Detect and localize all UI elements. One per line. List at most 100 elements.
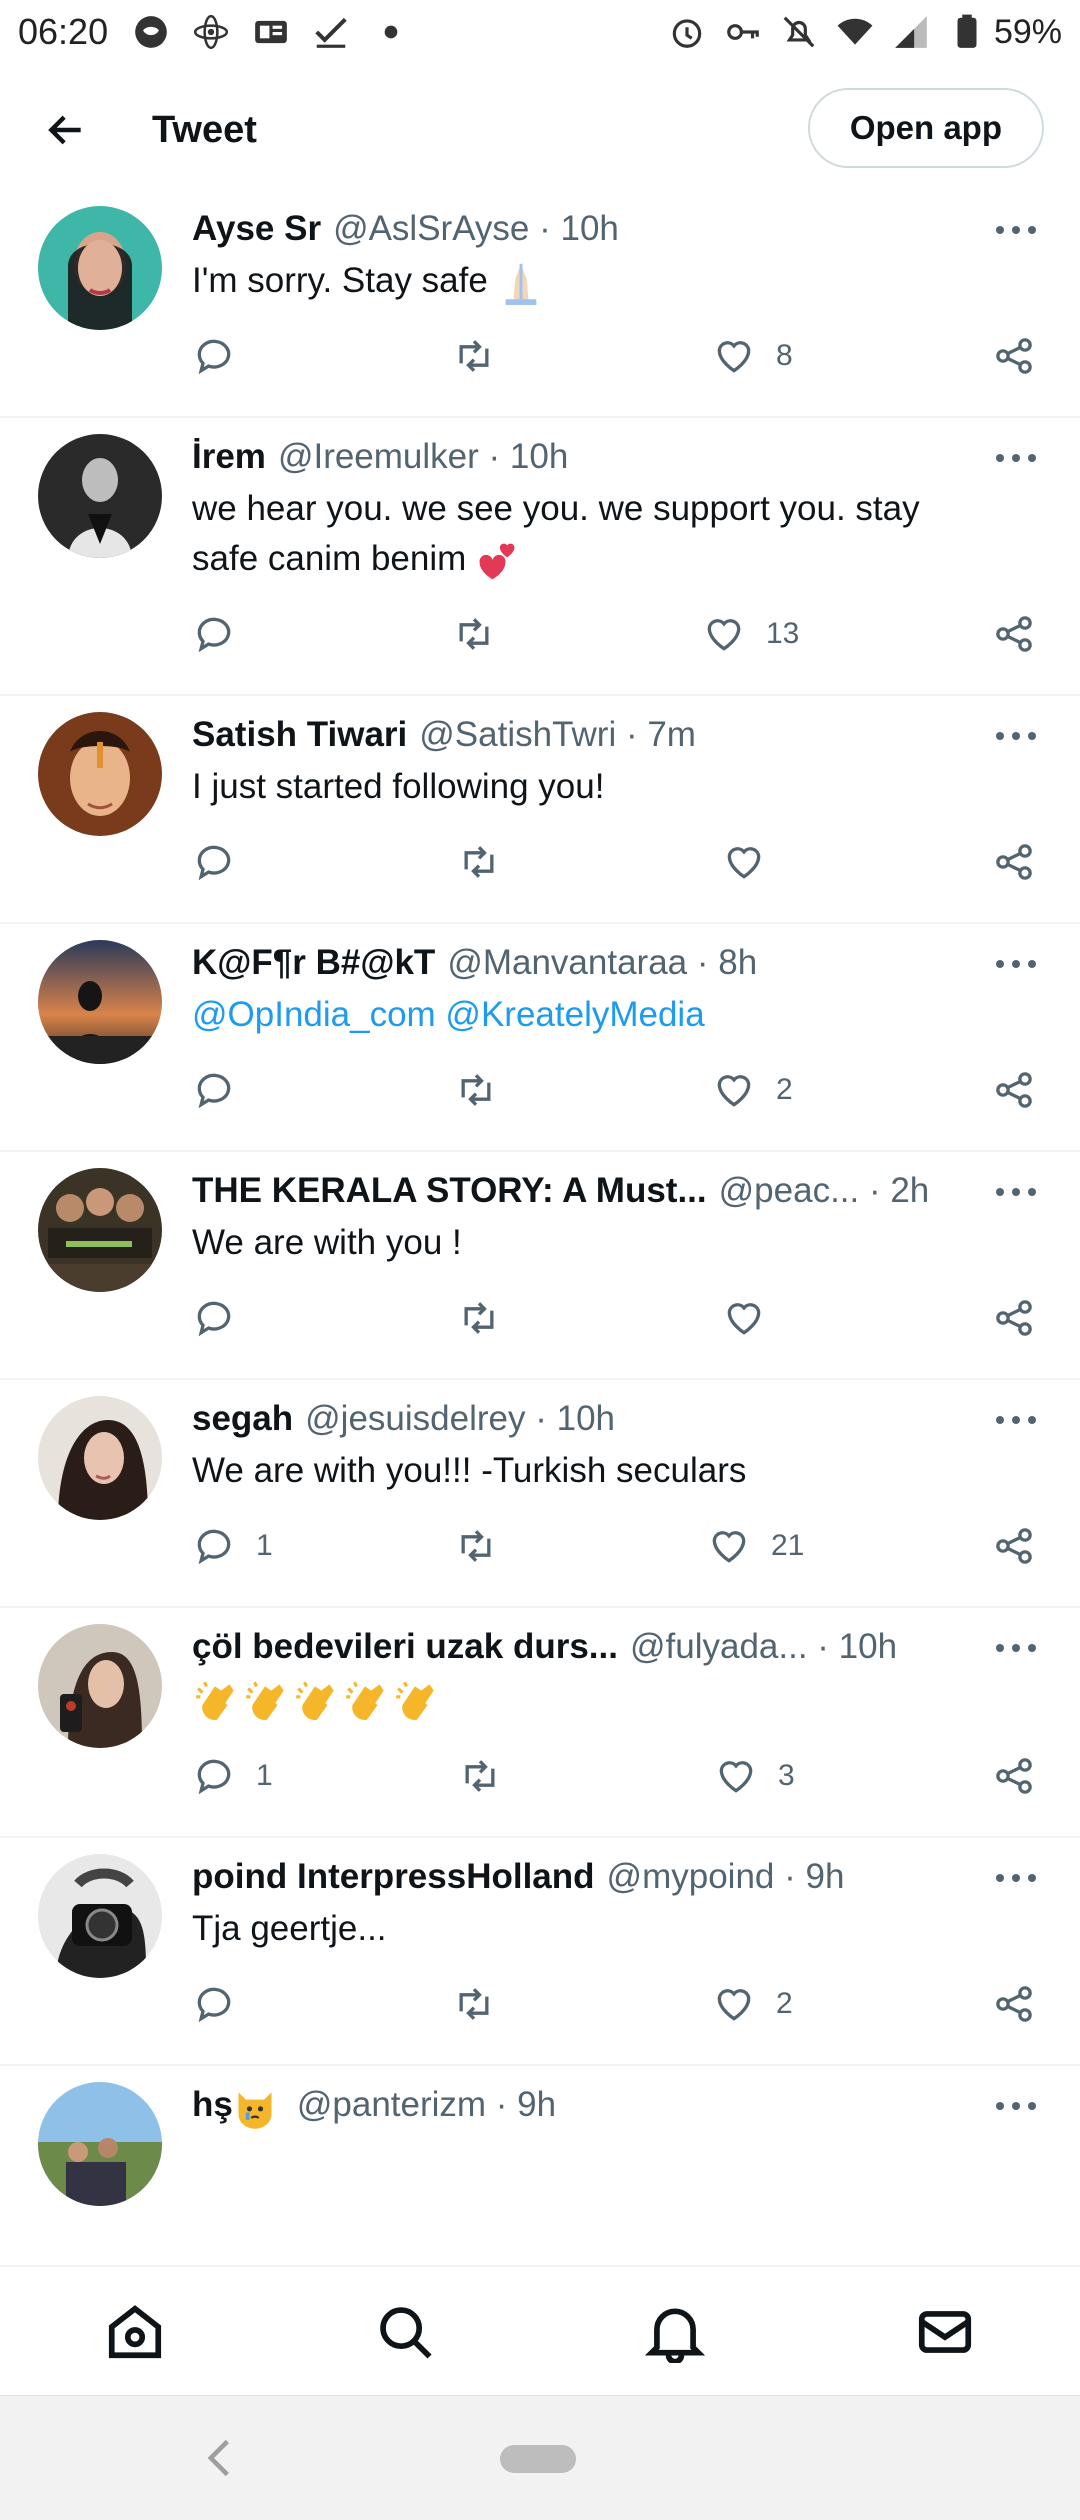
reply-icon [197,339,231,375]
more-options-icon[interactable] [992,1182,1040,1202]
retweet-button[interactable] [454,1524,498,1568]
reply-button[interactable] [192,1068,256,1112]
tweet[interactable]: Satish Tiwari @SatishTwri · 7m I just sta… [0,696,1080,924]
reply-count: 1 [256,1758,273,1792]
more-options-icon[interactable] [992,1410,1040,1430]
more-options-icon[interactable] [992,1868,1040,1888]
retweet-button[interactable] [452,334,496,378]
reply-button[interactable]: 1 [192,1754,273,1798]
retweet-button[interactable] [452,612,496,656]
system-home-pill[interactable] [500,2445,576,2473]
avatar[interactable] [38,1624,162,1748]
tweet[interactable]: poind InterpressHolland @mypoind · 9h Tja… [0,1838,1080,2066]
reply-count: 1 [256,1529,273,1562]
like-button[interactable]: 21 [707,1524,804,1568]
share-button[interactable] [992,334,1036,378]
author-name[interactable]: Ayse Sr [192,202,321,256]
retweet-icon [461,1074,491,1106]
like-button[interactable] [722,1296,786,1340]
retweet-button[interactable] [458,1754,502,1798]
tweet[interactable]: segah @jesuisdelrey · 10h We are with you… [0,1380,1080,1608]
more-options-icon[interactable] [992,954,1040,974]
tweet-text: we hear you. we see you. we support you.… [192,484,1044,584]
tweet[interactable]: İrem @Ireemulker · 10h we hear you. we se… [0,418,1080,696]
share-button[interactable] [992,1296,1036,1340]
reply-button[interactable] [192,1982,256,2026]
avatar[interactable] [38,1853,162,1978]
author-name[interactable]: İrem [192,430,266,484]
tweet-mentions-link[interactable]: @OpIndia_com @KreatelyMedia [192,990,1044,1040]
author-name[interactable]: Satish Tiwari [192,708,407,762]
author-handle: @fulyada... · 10h [629,1627,898,1666]
reply-icon [197,845,231,881]
author-name[interactable]: poind InterpressHolland [192,1850,595,1904]
share-icon [996,616,1032,652]
like-icon [719,1760,753,1793]
share-button[interactable] [992,1524,1036,1568]
avatar[interactable] [38,206,162,330]
notifications-icon[interactable] [644,2301,706,2363]
like-icon [712,1531,746,1563]
retweet-button[interactable] [454,1068,498,1112]
reply-button[interactable]: 1 [192,1524,273,1568]
more-options-icon[interactable] [992,726,1040,746]
retweet-button[interactable] [452,1982,496,2026]
crying-cat-emoji [238,2091,272,2129]
like-button[interactable]: 3 [714,1754,795,1798]
more-options-icon[interactable] [992,448,1040,468]
avatar[interactable] [38,940,162,1064]
author-name[interactable]: hş [192,2078,277,2132]
tweet[interactable]: Ayse Sr @AslSrAyse · 10h I'm sorry. Stay … [0,190,1080,418]
avatar[interactable] [38,712,162,836]
author-name[interactable]: THE KERALA STORY: A Must... [192,1164,707,1218]
share-button[interactable] [992,1982,1036,2026]
system-back-icon[interactable] [200,2436,240,2480]
tweet-text: We are with you ! [192,1223,462,1262]
avatar[interactable] [38,1168,162,1292]
like-button[interactable] [722,840,786,884]
author-handle: @Ireemulker · 10h [277,437,569,476]
share-button[interactable] [992,612,1036,656]
tweet[interactable]: THE KERALA STORY: A Must... @peac... · 2h… [0,1152,1080,1380]
open-app-button[interactable]: Open app [807,88,1044,168]
reply-button[interactable] [192,334,256,378]
author-name[interactable]: çöl bedevileri uzak durs... [192,1620,618,1674]
tweet[interactable]: K@F¶r B#@kT @Manvantaraa · 8h @OpIndia_co… [0,924,1080,1152]
reply-button[interactable] [192,612,256,656]
replies-feed: Ayse Sr @AslSrAyse · 10h I'm sorry. Stay … [0,190,1080,2265]
author-handle: @Manvantaraa · 8h [447,943,758,982]
more-options-icon[interactable] [992,220,1040,240]
search-icon[interactable] [374,2301,436,2363]
author-name[interactable]: segah [192,1392,293,1446]
reply-icon [197,1073,231,1109]
avatar[interactable] [38,434,162,558]
tweet[interactable]: hş @panterizm · 9h [0,2066,1080,2206]
retweet-button[interactable] [457,840,501,884]
author-handle: @SatishTwri · 7m [419,715,696,754]
tweet[interactable]: çöl bedevileri uzak durs... @fulyada... ·… [0,1608,1080,1838]
reply-button[interactable] [192,1296,256,1340]
retweet-icon [459,618,489,650]
like-icon [717,1988,751,2021]
retweet-icon [465,1759,495,1792]
more-options-icon[interactable] [992,1638,1040,1658]
reply-button[interactable] [192,840,256,884]
back-button[interactable] [36,100,96,160]
like-button[interactable]: 8 [712,334,793,378]
more-options-icon[interactable] [992,2096,1040,2116]
share-button[interactable] [992,840,1036,884]
avatar[interactable] [38,1396,162,1520]
messages-icon[interactable] [914,2301,976,2363]
reply-icon [197,1759,231,1794]
like-button[interactable]: 13 [702,612,799,656]
retweet-button[interactable] [457,1296,501,1340]
home-icon[interactable] [104,2301,166,2363]
share-button[interactable] [992,1068,1036,1112]
author-name[interactable]: K@F¶r B#@kT [192,936,435,990]
share-button[interactable] [992,1754,1036,1798]
avatar[interactable] [38,2081,162,2206]
author-handle: @peac... · 2h [718,1171,930,1210]
like-button[interactable]: 2 [712,1982,793,2026]
status-time: 06:20 [18,11,109,52]
like-button[interactable]: 2 [712,1068,793,1112]
